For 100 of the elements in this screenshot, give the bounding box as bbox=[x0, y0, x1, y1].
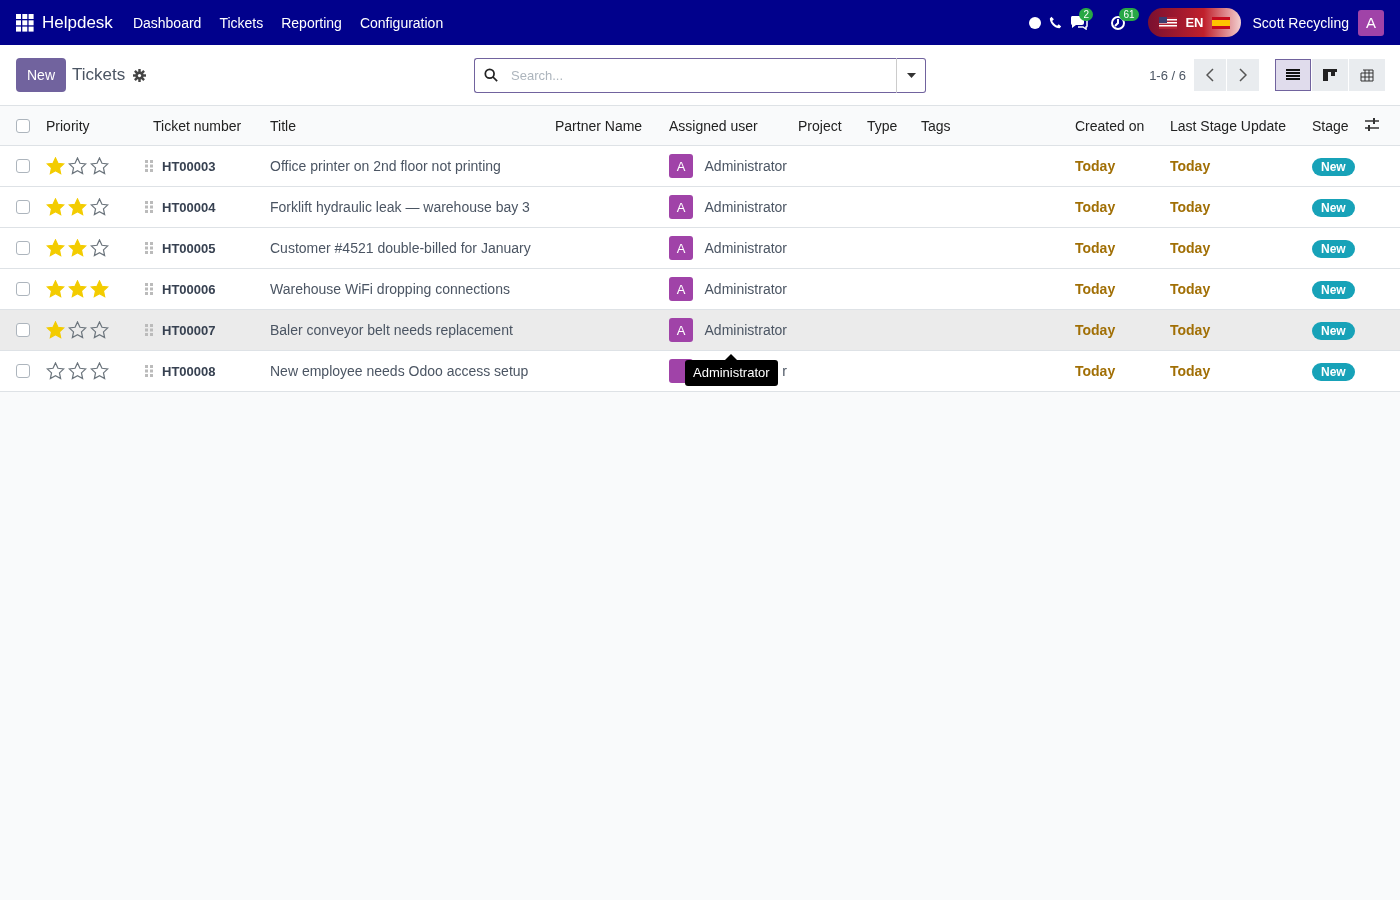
stage-badge: New bbox=[1312, 322, 1355, 340]
column-header[interactable]: Title bbox=[270, 117, 296, 134]
drag-handle-icon[interactable] bbox=[145, 283, 153, 295]
previous-button[interactable] bbox=[1194, 59, 1226, 91]
star-icon[interactable] bbox=[90, 198, 109, 216]
date-value: Today bbox=[1170, 281, 1211, 297]
activity-count-badge: 61 bbox=[1119, 7, 1139, 21]
menu-item[interactable]: Reporting bbox=[281, 14, 342, 31]
ticket-title: Customer #4521 double-billed for January bbox=[270, 240, 531, 256]
apps-menu-icon[interactable] bbox=[16, 13, 34, 32]
ticket-title: Warehouse WiFi dropping connections bbox=[270, 281, 510, 297]
select-all-checkbox[interactable] bbox=[16, 118, 30, 133]
pager-value[interactable]: 1-6 / 6 bbox=[1149, 67, 1186, 83]
drag-handle-icon[interactable] bbox=[145, 201, 153, 213]
search-field[interactable]: Search... bbox=[474, 57, 896, 93]
user-name: Administrator bbox=[704, 240, 787, 256]
row-checkbox[interactable] bbox=[16, 159, 30, 173]
next-button[interactable] bbox=[1227, 59, 1259, 91]
ticket-title: Forklift hydraulic leak — warehouse bay 3 bbox=[270, 199, 530, 215]
stage-badge: New bbox=[1312, 240, 1355, 258]
flag-icon bbox=[1211, 16, 1230, 29]
ticket-number: HT00008 bbox=[162, 363, 216, 379]
star-icon[interactable] bbox=[90, 362, 109, 380]
status-icon[interactable] bbox=[1029, 16, 1042, 29]
date-value: Today bbox=[1170, 322, 1211, 338]
company-name[interactable]: Scott Recycling bbox=[1252, 14, 1349, 31]
stage-badge: New bbox=[1312, 281, 1355, 299]
date-value: Today bbox=[1170, 158, 1211, 174]
star-icon[interactable] bbox=[68, 362, 87, 380]
date-value: Today bbox=[1075, 363, 1116, 379]
view-switch[interactable] bbox=[1275, 59, 1311, 91]
kanban-icon bbox=[1323, 69, 1337, 81]
flag-icon bbox=[1159, 16, 1178, 29]
ticket-number: HT00006 bbox=[162, 281, 216, 297]
view-switch[interactable] bbox=[1312, 59, 1348, 91]
view-switch[interactable] bbox=[1349, 59, 1385, 91]
language-switch[interactable]: EN bbox=[1148, 8, 1241, 37]
chevron-left-icon bbox=[1206, 68, 1214, 82]
ticket-number: HT00007 bbox=[162, 322, 216, 338]
date-value: Today bbox=[1075, 322, 1116, 338]
column-header[interactable]: Tags bbox=[921, 117, 951, 134]
column-header[interactable]: Priority bbox=[46, 117, 90, 134]
ticket-title: Baler conveyor belt needs replacement bbox=[270, 322, 513, 338]
star-icon[interactable] bbox=[68, 321, 87, 339]
row-checkbox[interactable] bbox=[16, 323, 30, 337]
phone-icon[interactable] bbox=[1049, 16, 1063, 29]
star-icon[interactable] bbox=[90, 239, 109, 257]
search-options-toggle[interactable] bbox=[896, 57, 926, 93]
stage-badge: New bbox=[1312, 158, 1355, 176]
stage-badge: New bbox=[1312, 199, 1355, 217]
drag-handle-icon[interactable] bbox=[145, 365, 153, 377]
date-value: Today bbox=[1075, 158, 1116, 174]
menu-item[interactable]: Tickets bbox=[219, 14, 264, 31]
chevron-right-icon bbox=[1239, 68, 1247, 82]
user-avatar: A bbox=[669, 318, 693, 342]
menu-item[interactable]: Configuration bbox=[359, 14, 444, 31]
date-value: Today bbox=[1170, 240, 1211, 256]
row-checkbox[interactable] bbox=[16, 241, 30, 255]
user-name: Administrator bbox=[704, 199, 787, 215]
user-avatar: A bbox=[669, 277, 693, 301]
date-value: Today bbox=[1170, 199, 1211, 215]
date-value: Today bbox=[1075, 240, 1116, 256]
ticket-title: Office printer on 2nd floor not printing bbox=[270, 158, 501, 174]
drag-handle-icon[interactable] bbox=[145, 324, 153, 336]
app-name[interactable]: Helpdesk bbox=[42, 12, 113, 33]
ticket-number: HT00005 bbox=[162, 240, 216, 256]
sliders-icon[interactable] bbox=[1365, 117, 1379, 131]
table-icon bbox=[1360, 68, 1374, 82]
ticket-title: New employee needs Odoo access setup bbox=[270, 363, 529, 379]
user-name: Administrator bbox=[704, 322, 787, 338]
date-value: Today bbox=[1075, 281, 1116, 297]
stage-badge: New bbox=[1312, 363, 1355, 381]
breadcrumb: Tickets bbox=[72, 65, 126, 85]
user-avatar[interactable]: A bbox=[1358, 9, 1384, 36]
caret-icon bbox=[906, 72, 916, 78]
ticket-number: HT00004 bbox=[162, 199, 216, 215]
settings-icon[interactable] bbox=[133, 68, 147, 82]
row-checkbox[interactable] bbox=[16, 364, 30, 378]
star-icon[interactable] bbox=[90, 321, 109, 339]
user-avatar: A bbox=[669, 195, 693, 219]
user-name: r bbox=[782, 363, 787, 379]
user-name: Administrator bbox=[704, 281, 787, 297]
user-avatar: A bbox=[669, 154, 693, 178]
row-checkbox[interactable] bbox=[16, 200, 30, 214]
star-icon[interactable] bbox=[46, 362, 65, 380]
date-value: Today bbox=[1075, 199, 1116, 215]
message-count-badge: 2 bbox=[1079, 8, 1093, 21]
list-icon bbox=[1286, 69, 1300, 81]
date-value: Today bbox=[1170, 363, 1211, 379]
user-avatar: A bbox=[669, 236, 693, 260]
ticket-number: HT00003 bbox=[162, 158, 216, 174]
tooltip-pointer-icon bbox=[725, 354, 738, 360]
user-name: Administrator bbox=[704, 158, 787, 174]
star-icon[interactable] bbox=[68, 157, 87, 175]
new-button[interactable]: New bbox=[16, 58, 66, 92]
menu-item[interactable]: Dashboard bbox=[132, 14, 202, 31]
star-icon[interactable] bbox=[90, 157, 109, 175]
drag-handle-icon[interactable] bbox=[145, 242, 153, 254]
row-checkbox[interactable] bbox=[16, 282, 30, 296]
drag-handle-icon[interactable] bbox=[145, 160, 153, 172]
